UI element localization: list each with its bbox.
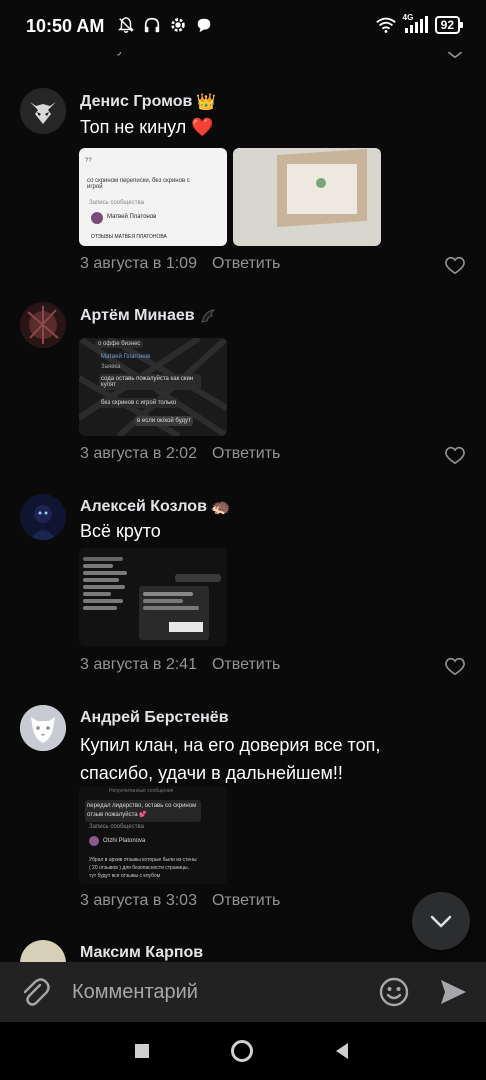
- heart-icon[interactable]: [445, 256, 465, 274]
- avatar[interactable]: [20, 302, 66, 348]
- comment-author[interactable]: Максим Карпов: [80, 944, 203, 962]
- avatar: [89, 836, 99, 846]
- status-bar: 10:50 AM 4G 92: [0, 0, 486, 52]
- status-time: 10:50 AM: [26, 16, 105, 36]
- attachment-screenshot[interactable]: о оффе бизнес Матвей Платонов Заявка сод…: [79, 338, 227, 436]
- hedgehog-emoji: 🦔: [210, 499, 231, 516]
- chevron-down-icon: [430, 915, 452, 928]
- notification-icons: [117, 16, 213, 34]
- home-button[interactable]: [231, 1040, 253, 1062]
- avatar[interactable]: [20, 940, 66, 962]
- chat-bubble-icon: [197, 18, 211, 33]
- attachment-screenshot[interactable]: ?? со скрином переписки, без скринов с и…: [79, 148, 227, 246]
- reply-link[interactable]: Ответить: [212, 892, 280, 910]
- system-navigation-bar: [0, 1022, 486, 1080]
- avatar[interactable]: [20, 494, 66, 540]
- signal-icon: 4G: [403, 13, 429, 34]
- comment-meta: 3 августа в 2:41 Ответить: [80, 656, 280, 674]
- reply-link[interactable]: Ответить: [212, 255, 280, 273]
- gear-icon: [171, 18, 185, 32]
- comment-meta: 3 августа в 3:03 Ответить: [80, 892, 280, 910]
- attachment-photo[interactable]: [233, 148, 381, 246]
- comment-meta: 3 августа в 1:09 Ответить: [80, 255, 280, 273]
- attachment-screenshot[interactable]: Непрочитанные сообщения передал лидерств…: [79, 786, 227, 884]
- comment-date: 3 августа в 3:03: [80, 892, 197, 909]
- comment-date: 3 августа в 2:02: [80, 445, 197, 462]
- comment-text: Купил клан, на его доверия все топ, спас…: [80, 735, 381, 783]
- comment-text: Топ не кинул ❤️: [80, 117, 214, 137]
- comments-feed[interactable]: 3 августа в 1:08 Ответить Денис Громов 👑…: [0, 0, 486, 962]
- reply-link[interactable]: Ответить: [212, 656, 280, 674]
- back-button[interactable]: [334, 1042, 350, 1060]
- comment-date: 3 августа в 2:41: [80, 656, 197, 673]
- comment-composer: Комментарий: [0, 962, 486, 1022]
- crown-emoji: 👑: [196, 94, 217, 111]
- dragon-emoji-icon: [200, 309, 215, 323]
- comment-text: Всё круто: [80, 521, 161, 541]
- reply-link[interactable]: Ответить: [212, 445, 280, 463]
- avatar[interactable]: [20, 88, 66, 134]
- heart-icon[interactable]: [445, 657, 465, 675]
- comment-author[interactable]: Алексей Козлов 🦔: [80, 497, 231, 517]
- recents-button[interactable]: [135, 1044, 149, 1058]
- comment-date: 3 августа в 1:09: [80, 255, 197, 272]
- comment-input[interactable]: Комментарий: [72, 981, 198, 1004]
- avatar: [91, 212, 103, 224]
- comment-author[interactable]: Андрей Берстенёв: [80, 709, 229, 727]
- avatar[interactable]: [20, 705, 66, 751]
- attachment-screenshot[interactable]: [79, 548, 227, 646]
- wifi-icon: [375, 17, 396, 33]
- scroll-down-button[interactable]: [412, 892, 470, 950]
- system-indicators: 4G 92: [375, 13, 464, 34]
- emoji-icon[interactable]: [378, 976, 410, 1008]
- comment-meta: 3 августа в 2:02 Ответить: [80, 445, 280, 463]
- battery-indicator: 92: [434, 16, 464, 34]
- bell-muted-icon: [117, 17, 135, 33]
- heart-icon[interactable]: [445, 446, 465, 464]
- comment-author[interactable]: Денис Громов 👑: [80, 92, 216, 112]
- headphones-icon: [144, 17, 160, 33]
- comment-author[interactable]: Артём Минаев: [80, 307, 217, 325]
- paperclip-icon[interactable]: [20, 976, 50, 1010]
- send-icon[interactable]: [438, 977, 468, 1007]
